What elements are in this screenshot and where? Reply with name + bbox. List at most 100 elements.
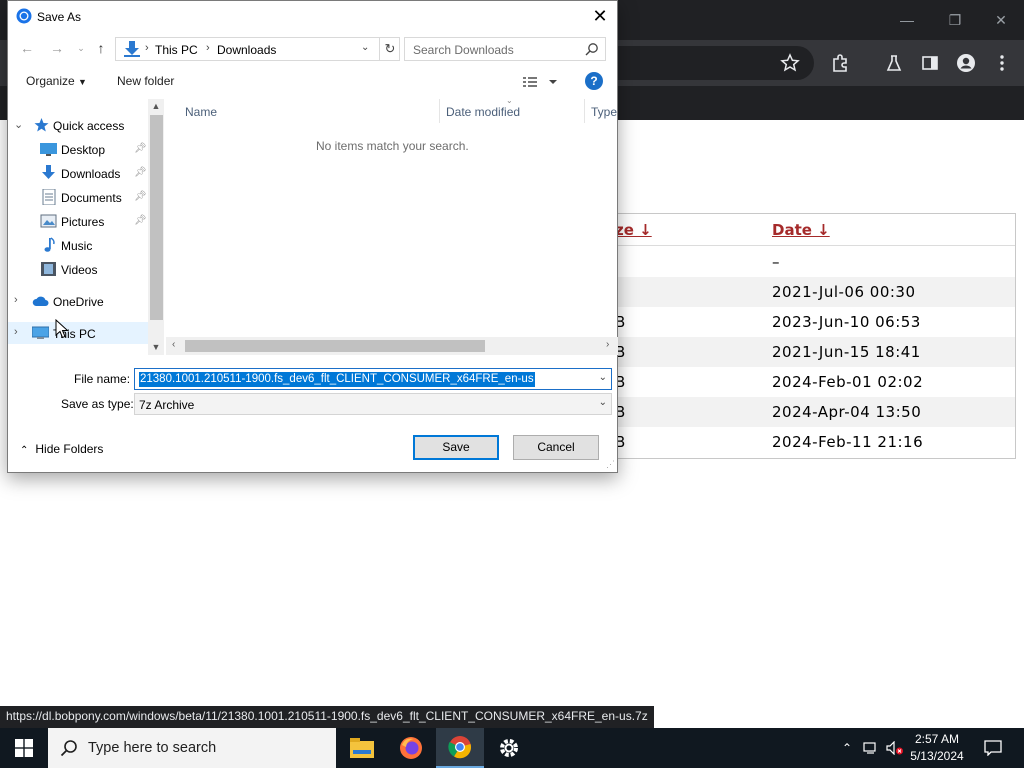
scroll-up-arrow-icon[interactable]: ▲ — [148, 101, 164, 111]
browser-menu-icon[interactable] — [989, 50, 1015, 76]
labs-flask-icon[interactable] — [881, 50, 907, 76]
forward-arrow-icon[interactable]: → — [46, 38, 68, 58]
tree-item-pictures[interactable]: Pictures 📌︎ — [8, 210, 148, 232]
table-row: 2021-Jul-06 00:30 — [591, 277, 1015, 307]
date-cell: – — [772, 253, 780, 271]
bookmark-star-icon[interactable] — [777, 50, 803, 76]
save-as-type-select[interactable]: 7z Archive ⌄ — [134, 393, 612, 415]
save-as-dialog: Save As ✕ ← → ⌄ ↑ › This PC › Downloads … — [7, 0, 618, 473]
save-button[interactable]: Save — [413, 435, 499, 460]
save-as-type-label: Save as type: — [61, 397, 134, 411]
taskbar-search-placeholder: Type here to search — [88, 740, 217, 756]
column-header-label: Date modified — [446, 105, 521, 119]
back-arrow-icon[interactable]: ← — [16, 38, 38, 58]
tree-item-onedrive[interactable]: › OneDrive — [8, 290, 148, 312]
system-clock[interactable]: 2:57 AM 5/13/2024 — [904, 731, 970, 765]
save-as-type-value: 7z Archive — [139, 398, 195, 412]
file-name-selected-text[interactable]: 21380.1001.210511-1900.fs_dev6_flt_CLIEN… — [139, 372, 535, 387]
side-panel-icon[interactable] — [917, 50, 943, 76]
up-arrow-icon[interactable]: ↑ — [90, 38, 112, 58]
settings-icon[interactable] — [485, 728, 533, 768]
volume-muted-icon[interactable] — [884, 728, 906, 768]
address-dropdown-icon[interactable]: ⌄ — [361, 42, 369, 53]
pin-icon: 📌︎ — [134, 143, 147, 154]
file-list-horizontal-scrollbar[interactable]: ‹ › — [166, 337, 618, 355]
chevron-down-icon[interactable]: ⌄ — [599, 372, 607, 383]
tree-item-this-pc[interactable]: › This PC — [8, 322, 148, 344]
resize-grip-icon[interactable]: ⋰ — [606, 459, 615, 470]
search-placeholder: Search Downloads — [413, 43, 514, 57]
breadcrumb-downloads[interactable]: Downloads — [217, 43, 276, 57]
column-header-label: Name — [185, 105, 218, 119]
show-hidden-icons-chevron-icon[interactable]: ⌃ — [838, 728, 856, 768]
extensions-icon[interactable] — [827, 50, 853, 76]
taskbar-search-box[interactable]: Type here to search — [48, 728, 336, 768]
navigation-pane-scrollbar[interactable]: ▲ ▼ — [148, 99, 164, 355]
search-box[interactable]: Search Downloads — [404, 37, 606, 61]
empty-results-message: No items match your search. — [316, 139, 469, 153]
breadcrumb-separator-icon: › — [206, 42, 210, 54]
notifications-icon[interactable] — [978, 728, 1008, 768]
listing-header-row: ze ↓ Date ↓ — [591, 214, 1015, 246]
search-icon — [60, 740, 77, 757]
chrome-icon[interactable] — [436, 728, 484, 768]
column-header-date-modified[interactable]: Date modified ⌄ — [440, 96, 584, 123]
date-sort-link[interactable]: Date ↓ — [772, 221, 830, 239]
navigation-pane: ⌄ Quick access Desktop 📌︎ Downloads 📌︎ D… — [8, 99, 164, 355]
expand-chevron-icon[interactable]: › — [14, 294, 18, 306]
hide-folders-button[interactable]: ⌃ Hide Folders — [20, 442, 103, 456]
expand-chevron-icon[interactable]: ⌄ — [14, 118, 23, 131]
organize-button[interactable]: Organize ▼ — [26, 74, 87, 88]
expand-chevron-icon[interactable]: › — [14, 326, 18, 338]
column-header-type[interactable]: Type — [585, 99, 618, 123]
close-browser-button[interactable]: ✕ — [978, 8, 1024, 32]
scroll-right-arrow-icon[interactable]: › — [606, 339, 609, 350]
column-header-label: Type — [591, 105, 618, 119]
column-header-name[interactable]: Name — [166, 99, 448, 123]
new-folder-button[interactable]: New folder — [117, 74, 174, 88]
file-listing-table: ze ↓ Date ↓ – 2021-Jul-06 00:30 B 2023-J… — [590, 213, 1016, 459]
date-cell: 2023-Jun-10 06:53 — [772, 313, 921, 331]
tree-item-label: OneDrive — [53, 295, 104, 309]
cancel-button[interactable]: Cancel — [513, 435, 599, 460]
download-icon — [42, 165, 55, 179]
firefox-icon[interactable] — [387, 728, 435, 768]
tree-item-quick-access[interactable]: ⌄ Quick access — [8, 114, 148, 136]
tree-item-desktop[interactable]: Desktop 📌︎ — [8, 138, 148, 160]
address-breadcrumb[interactable]: › This PC › Downloads ⌄ ↻ — [115, 37, 400, 61]
network-icon[interactable] — [860, 728, 882, 768]
restore-button[interactable]: ❐ — [932, 8, 978, 32]
windows-logo-icon — [15, 739, 33, 757]
size-sort-link[interactable]: ze ↓ — [615, 221, 652, 239]
computer-icon — [32, 326, 49, 339]
pin-icon: 📌︎ — [134, 167, 147, 178]
scrollbar-thumb[interactable] — [185, 340, 485, 352]
date-cell: 2021-Jul-06 00:30 — [772, 283, 916, 301]
file-name-input[interactable]: 21380.1001.210511-1900.fs_dev6_flt_CLIEN… — [134, 368, 612, 390]
close-dialog-button[interactable]: ✕ — [583, 1, 617, 31]
file-explorer-icon[interactable] — [338, 728, 386, 768]
help-icon[interactable]: ? — [585, 72, 603, 90]
breadcrumb-this-pc[interactable]: This PC — [155, 43, 198, 57]
start-button[interactable] — [0, 728, 48, 768]
tree-item-label: Videos — [61, 263, 98, 277]
profile-avatar-icon[interactable] — [953, 50, 979, 76]
scroll-down-arrow-icon[interactable]: ▼ — [148, 342, 164, 352]
tree-item-label: Music — [61, 239, 93, 253]
scroll-left-arrow-icon[interactable]: ‹ — [172, 339, 175, 350]
pin-icon: 📌︎ — [134, 191, 147, 202]
scrollbar-thumb[interactable] — [150, 115, 163, 320]
organize-label: Organize — [26, 74, 75, 88]
tree-item-downloads[interactable]: Downloads 📌︎ — [8, 162, 148, 184]
table-row: B 2023-Jun-10 06:53 — [591, 307, 1015, 337]
table-row: – — [591, 247, 1015, 277]
change-view-icon[interactable] — [522, 73, 562, 91]
minimize-button[interactable]: — — [884, 8, 930, 32]
tree-item-documents[interactable]: Documents 📌︎ — [8, 186, 148, 208]
recent-locations-chevron-icon[interactable]: ⌄ — [70, 38, 92, 58]
chevron-down-icon[interactable]: ⌄ — [599, 397, 607, 408]
tree-item-music[interactable]: Music — [8, 234, 148, 256]
dialog-titlebar[interactable]: Save As ✕ — [8, 1, 617, 31]
refresh-icon[interactable]: ↻ — [379, 38, 400, 60]
tree-item-videos[interactable]: Videos — [8, 258, 148, 280]
